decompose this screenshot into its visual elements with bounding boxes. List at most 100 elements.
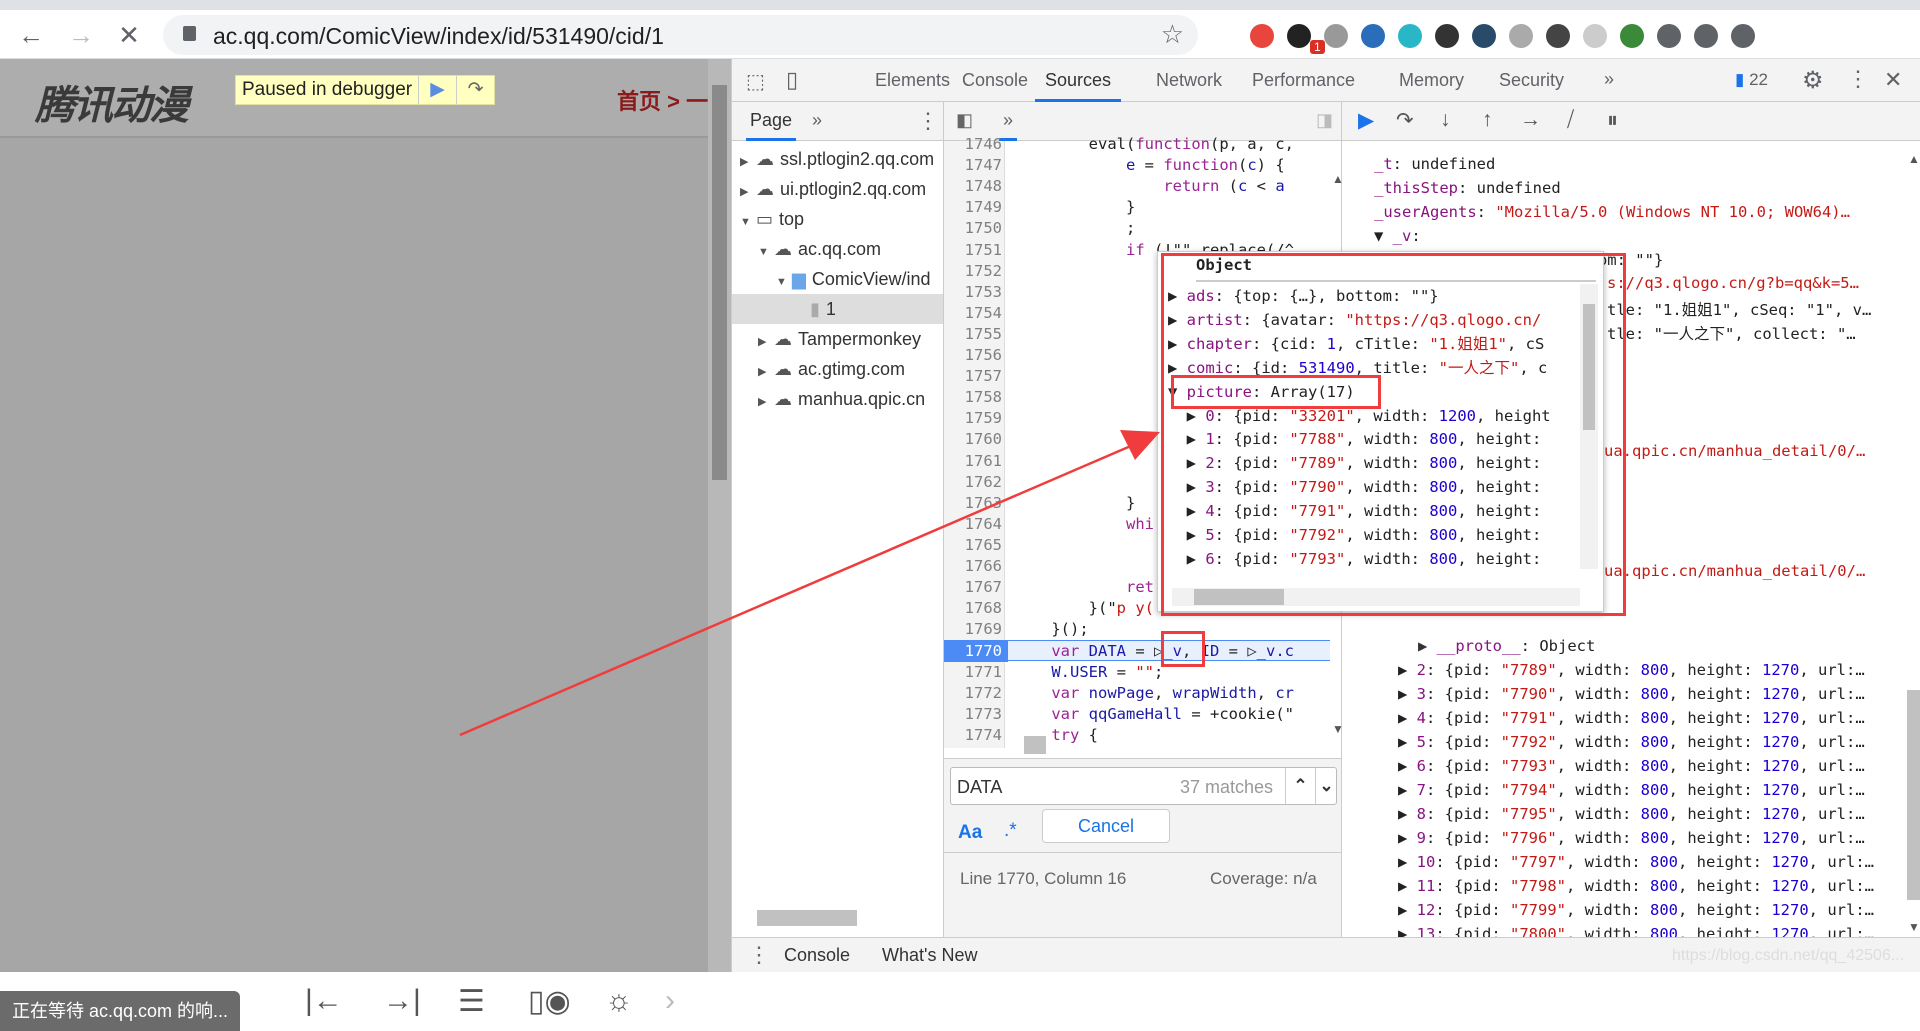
expand-arrow-icon[interactable]: ▶: [740, 147, 752, 177]
line-number[interactable]: 1757: [944, 366, 1002, 387]
step-out-icon[interactable]: ↑: [1482, 108, 1493, 132]
view-mode-icon[interactable]: ▯◉: [528, 984, 571, 1019]
picture-item[interactable]: ▶ 5: {pid: "7792", width: 800, height: 1…: [1342, 730, 1902, 754]
toggle-navigator-icon[interactable]: ◧: [956, 110, 973, 131]
step-icon[interactable]: →: [1520, 108, 1541, 132]
picture-item[interactable]: ▶ 3: {pid: "7790", width: 800, height: 1…: [1342, 682, 1902, 706]
deactivate-breakpoints-icon[interactable]: ⧸: [1567, 108, 1574, 132]
previous-match-icon[interactable]: ⌃: [1285, 768, 1315, 804]
line-number[interactable]: 1769: [944, 619, 1002, 640]
line-number[interactable]: 1772: [944, 683, 1002, 704]
line-number[interactable]: 1765: [944, 535, 1002, 556]
expand-arrow-icon[interactable]: ▼: [740, 207, 752, 237]
scroll-down-icon[interactable]: ▼: [1908, 920, 1920, 934]
next-match-icon[interactable]: ⌄: [1315, 768, 1337, 804]
scope-scrollbar-thumb[interactable]: [1907, 690, 1920, 900]
circle-icon[interactable]: [1509, 24, 1533, 48]
resume-icon[interactable]: ▶: [1358, 108, 1374, 133]
picture-item[interactable]: ▶ 2: {pid: "7789", width: 800, height: 1…: [1342, 658, 1902, 682]
star-icon[interactable]: ☆: [1161, 19, 1184, 50]
step-over-icon[interactable]: ↷: [1396, 108, 1414, 133]
regex-toggle[interactable]: .*: [1004, 820, 1017, 842]
more-icon[interactable]: [1731, 24, 1755, 48]
arrow-left-icon[interactable]: ←: [14, 18, 48, 52]
drawer-tab-console[interactable]: Console: [784, 945, 850, 966]
tab-sources[interactable]: Sources: [1035, 59, 1122, 102]
tree-item[interactable]: ▮ 1: [732, 294, 943, 324]
drawer-tab-whats-new[interactable]: What's New: [882, 945, 977, 966]
expand-arrow-icon[interactable]: ▼: [776, 267, 788, 297]
tab-console[interactable]: Console: [952, 59, 1038, 102]
line-number[interactable]: 1761: [944, 451, 1002, 472]
tree-item[interactable]: ▶ ☁ ac.gtimg.com: [732, 354, 943, 384]
expand-arrow-icon[interactable]: ▶: [740, 177, 752, 207]
ie-icon[interactable]: [1361, 24, 1385, 48]
line-number[interactable]: 1747: [944, 155, 1002, 176]
cancel-button[interactable]: Cancel: [1042, 809, 1170, 843]
download-icon[interactable]: [1324, 24, 1348, 48]
scope-row-proto[interactable]: ▶ __proto__: Object: [1342, 634, 1902, 658]
globe-icon[interactable]: [1620, 24, 1644, 48]
line-number[interactable]: 1775: [944, 746, 1002, 748]
scroll-up-icon[interactable]: ▲: [1908, 152, 1920, 166]
line-number[interactable]: 1753: [944, 282, 1002, 303]
picture-item[interactable]: ▶ 9: {pid: "7796", width: 800, height: 1…: [1342, 826, 1902, 850]
first-page-icon[interactable]: |←: [305, 984, 343, 1018]
more-vertical-icon[interactable]: ⋮: [1847, 66, 1869, 92]
cloud-icon[interactable]: [1472, 24, 1496, 48]
search-input[interactable]: DATA: [957, 777, 1002, 798]
picture-item[interactable]: ▶ 7: {pid: "7794", width: 800, height: 1…: [1342, 778, 1902, 802]
line-number[interactable]: 1766: [944, 556, 1002, 577]
page-scrollbar[interactable]: [708, 59, 731, 972]
check-icon[interactable]: [1583, 24, 1607, 48]
inspect-icon[interactable]: ⬚: [746, 69, 765, 94]
line-number[interactable]: 1773: [944, 704, 1002, 725]
line-number[interactable]: 1752: [944, 261, 1002, 282]
camera-icon[interactable]: [1546, 24, 1570, 48]
x-icon[interactable]: [1435, 24, 1459, 48]
list-icon[interactable]: ☰: [458, 984, 485, 1019]
step-into-icon[interactable]: ↓: [1440, 108, 1451, 132]
tree-item[interactable]: ▼ ▭ top: [732, 204, 943, 234]
picture-item[interactable]: ▶ 11: {pid: "7798", width: 800, height: …: [1342, 874, 1902, 898]
tab-memory[interactable]: Memory: [1389, 59, 1474, 102]
issues-button[interactable]: ▮ 22: [1735, 70, 1768, 90]
match-case-toggle[interactable]: Aa: [958, 822, 982, 844]
breadcrumb[interactable]: 首页 > 一: [617, 84, 708, 116]
scope-row[interactable]: _userAgents: "Mozilla/5.0 (Windows NT 10…: [1342, 200, 1902, 224]
next-icon[interactable]: ›: [665, 984, 675, 1018]
expand-arrow-icon[interactable]: ▶: [758, 357, 770, 387]
line-number[interactable]: 1760: [944, 429, 1002, 450]
line-number[interactable]: 1764: [944, 514, 1002, 535]
picture-item[interactable]: ▶ 12: {pid: "7799", width: 800, height: …: [1342, 898, 1902, 922]
last-page-icon[interactable]: →|: [383, 984, 421, 1018]
vpn-icon[interactable]: [1398, 24, 1422, 48]
resume-icon[interactable]: ▶: [418, 76, 456, 104]
line-number[interactable]: 1749: [944, 197, 1002, 218]
expand-arrow-icon[interactable]: ▶: [758, 327, 770, 357]
line-number[interactable]: 1756: [944, 345, 1002, 366]
tree-item[interactable]: ▶ ☁ manhua.qpic.cn: [732, 384, 943, 414]
line-number[interactable]: 1759: [944, 408, 1002, 429]
tab-network[interactable]: Network: [1146, 59, 1232, 102]
line-number[interactable]: 1748: [944, 176, 1002, 197]
tree-item[interactable]: ▶ ☁ ssl.ptlogin2.qq.com: [732, 144, 943, 174]
line-number[interactable]: 1758: [944, 387, 1002, 408]
line-number[interactable]: 1751: [944, 240, 1002, 261]
tree-item[interactable]: ▼ ▆ ComicView/ind: [732, 264, 943, 294]
line-number[interactable]: 1774: [944, 725, 1002, 746]
expand-arrow-icon[interactable]: ▶: [1418, 637, 1437, 655]
line-number[interactable]: 1770: [944, 641, 1008, 663]
line-number[interactable]: 1755: [944, 324, 1002, 345]
more-vertical-icon[interactable]: ⋮: [748, 942, 770, 968]
expand-arrow-icon[interactable]: ▶: [758, 387, 770, 417]
site-logo[interactable]: 腾讯动漫: [35, 73, 189, 131]
close-devtools-icon[interactable]: ✕: [1884, 67, 1902, 93]
address-bar[interactable]: ac.qq.com/ComicView/index/id/531490/cid/…: [163, 15, 1198, 55]
chrome-icon[interactable]: [1250, 24, 1274, 48]
tab-page[interactable]: Page: [746, 102, 797, 141]
notification-icon[interactable]: [1287, 24, 1311, 48]
navigator-hscroll[interactable]: [740, 908, 930, 928]
line-number[interactable]: 1763: [944, 493, 1002, 514]
more-vertical-icon[interactable]: ⋮: [917, 108, 939, 134]
